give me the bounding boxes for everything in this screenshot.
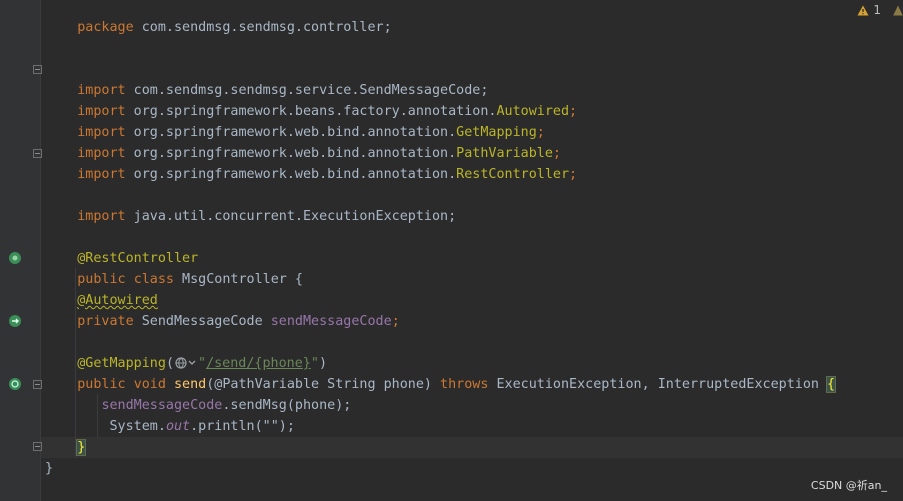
code-line: System.out.println(""); <box>45 416 295 437</box>
code-editor[interactable]: package com.sendmsg.sendmsg.controller; … <box>41 0 903 501</box>
code-line: @GetMapping( "/send/{phone}") <box>45 353 327 374</box>
code-text: org.springframework.web.bind.annotation. <box>125 167 457 182</box>
warning-icon <box>857 5 869 15</box>
code-text: ( <box>165 356 174 371</box>
code-line: import java.util.concurrent.ExecutionExc… <box>45 185 456 224</box>
weak-warning-icon <box>893 5 903 15</box>
keyword: package <box>77 20 134 35</box>
code-text: .sendMsg(phone); <box>222 398 352 413</box>
keyword: void <box>133 377 166 392</box>
code-text: ) <box>318 356 327 371</box>
watermark: CSDN @祈an_ <box>810 479 887 492</box>
code-line: @RestController <box>45 227 198 266</box>
keyword: public <box>77 377 126 392</box>
field-name: sendMessageCode <box>270 314 392 329</box>
annotation: @GetMapping <box>77 356 166 371</box>
code-line: private SendMessageCode sendMessageCode; <box>45 311 400 332</box>
keyword: public <box>77 272 126 287</box>
keyword: import <box>77 167 126 182</box>
code-line: public void send(@PathVariable String ph… <box>45 374 837 395</box>
class-name: MsgController { <box>174 272 303 287</box>
method-name: send <box>174 377 207 392</box>
request-mapping-icon[interactable] <box>8 377 22 391</box>
class-ref: RestController <box>456 167 570 182</box>
code-text: (@PathVariable String phone) <box>206 377 441 392</box>
inspection-widget[interactable]: 1 <box>857 2 903 18</box>
code-text: System. <box>109 419 166 434</box>
globe-icon[interactable] <box>174 356 198 370</box>
string-quote: " <box>310 356 319 371</box>
code-line: import org.springframework.web.bind.anno… <box>45 122 561 161</box>
annotation: @Autowired <box>77 293 158 308</box>
code-text: SendMessageCode <box>133 314 271 329</box>
keyword: class <box>133 272 174 287</box>
matched-brace: } <box>76 439 87 456</box>
code-text: ; <box>569 167 578 182</box>
warning-count: 1 <box>873 3 881 17</box>
keyword: import <box>77 209 126 224</box>
code-line: import com.sendmsg.sendmsg.service.SendM… <box>45 59 488 98</box>
code-line: import org.springframework.web.bind.anno… <box>45 143 577 182</box>
code-text: com.sendmsg.sendmsg.controller; <box>133 20 392 35</box>
code-text: ; <box>569 104 578 119</box>
code-text: .println(""); <box>190 419 295 434</box>
code-line: } <box>45 437 87 458</box>
code-line: import org.springframework.web.bind.anno… <box>45 101 545 140</box>
string-quote: " <box>198 356 207 371</box>
code-line: sendMessageCode.sendMsg(phone); <box>45 395 351 416</box>
code-text: java.util.concurrent.ExecutionException; <box>125 209 457 224</box>
url-path-link[interactable]: /send/{phone} <box>206 356 311 371</box>
matched-brace: { <box>826 376 837 393</box>
autowired-bean-icon[interactable] <box>8 314 22 328</box>
spring-bean-icon[interactable] <box>8 251 22 265</box>
code-text: ; <box>391 314 400 329</box>
keyword: private <box>77 314 134 329</box>
code-text: } <box>45 461 54 476</box>
code-text: ExecutionException, InterruptedException <box>488 377 828 392</box>
code-line: } <box>45 458 53 479</box>
field-name: sendMessageCode <box>101 398 223 413</box>
keyword: throws <box>440 377 489 392</box>
static-field: out <box>165 419 191 434</box>
code-line: import org.springframework.beans.factory… <box>45 80 577 119</box>
code-line: @Autowired <box>45 290 158 311</box>
code-line: package com.sendmsg.sendmsg.controller; <box>45 0 391 35</box>
code-line: public class MsgController { <box>45 248 303 287</box>
